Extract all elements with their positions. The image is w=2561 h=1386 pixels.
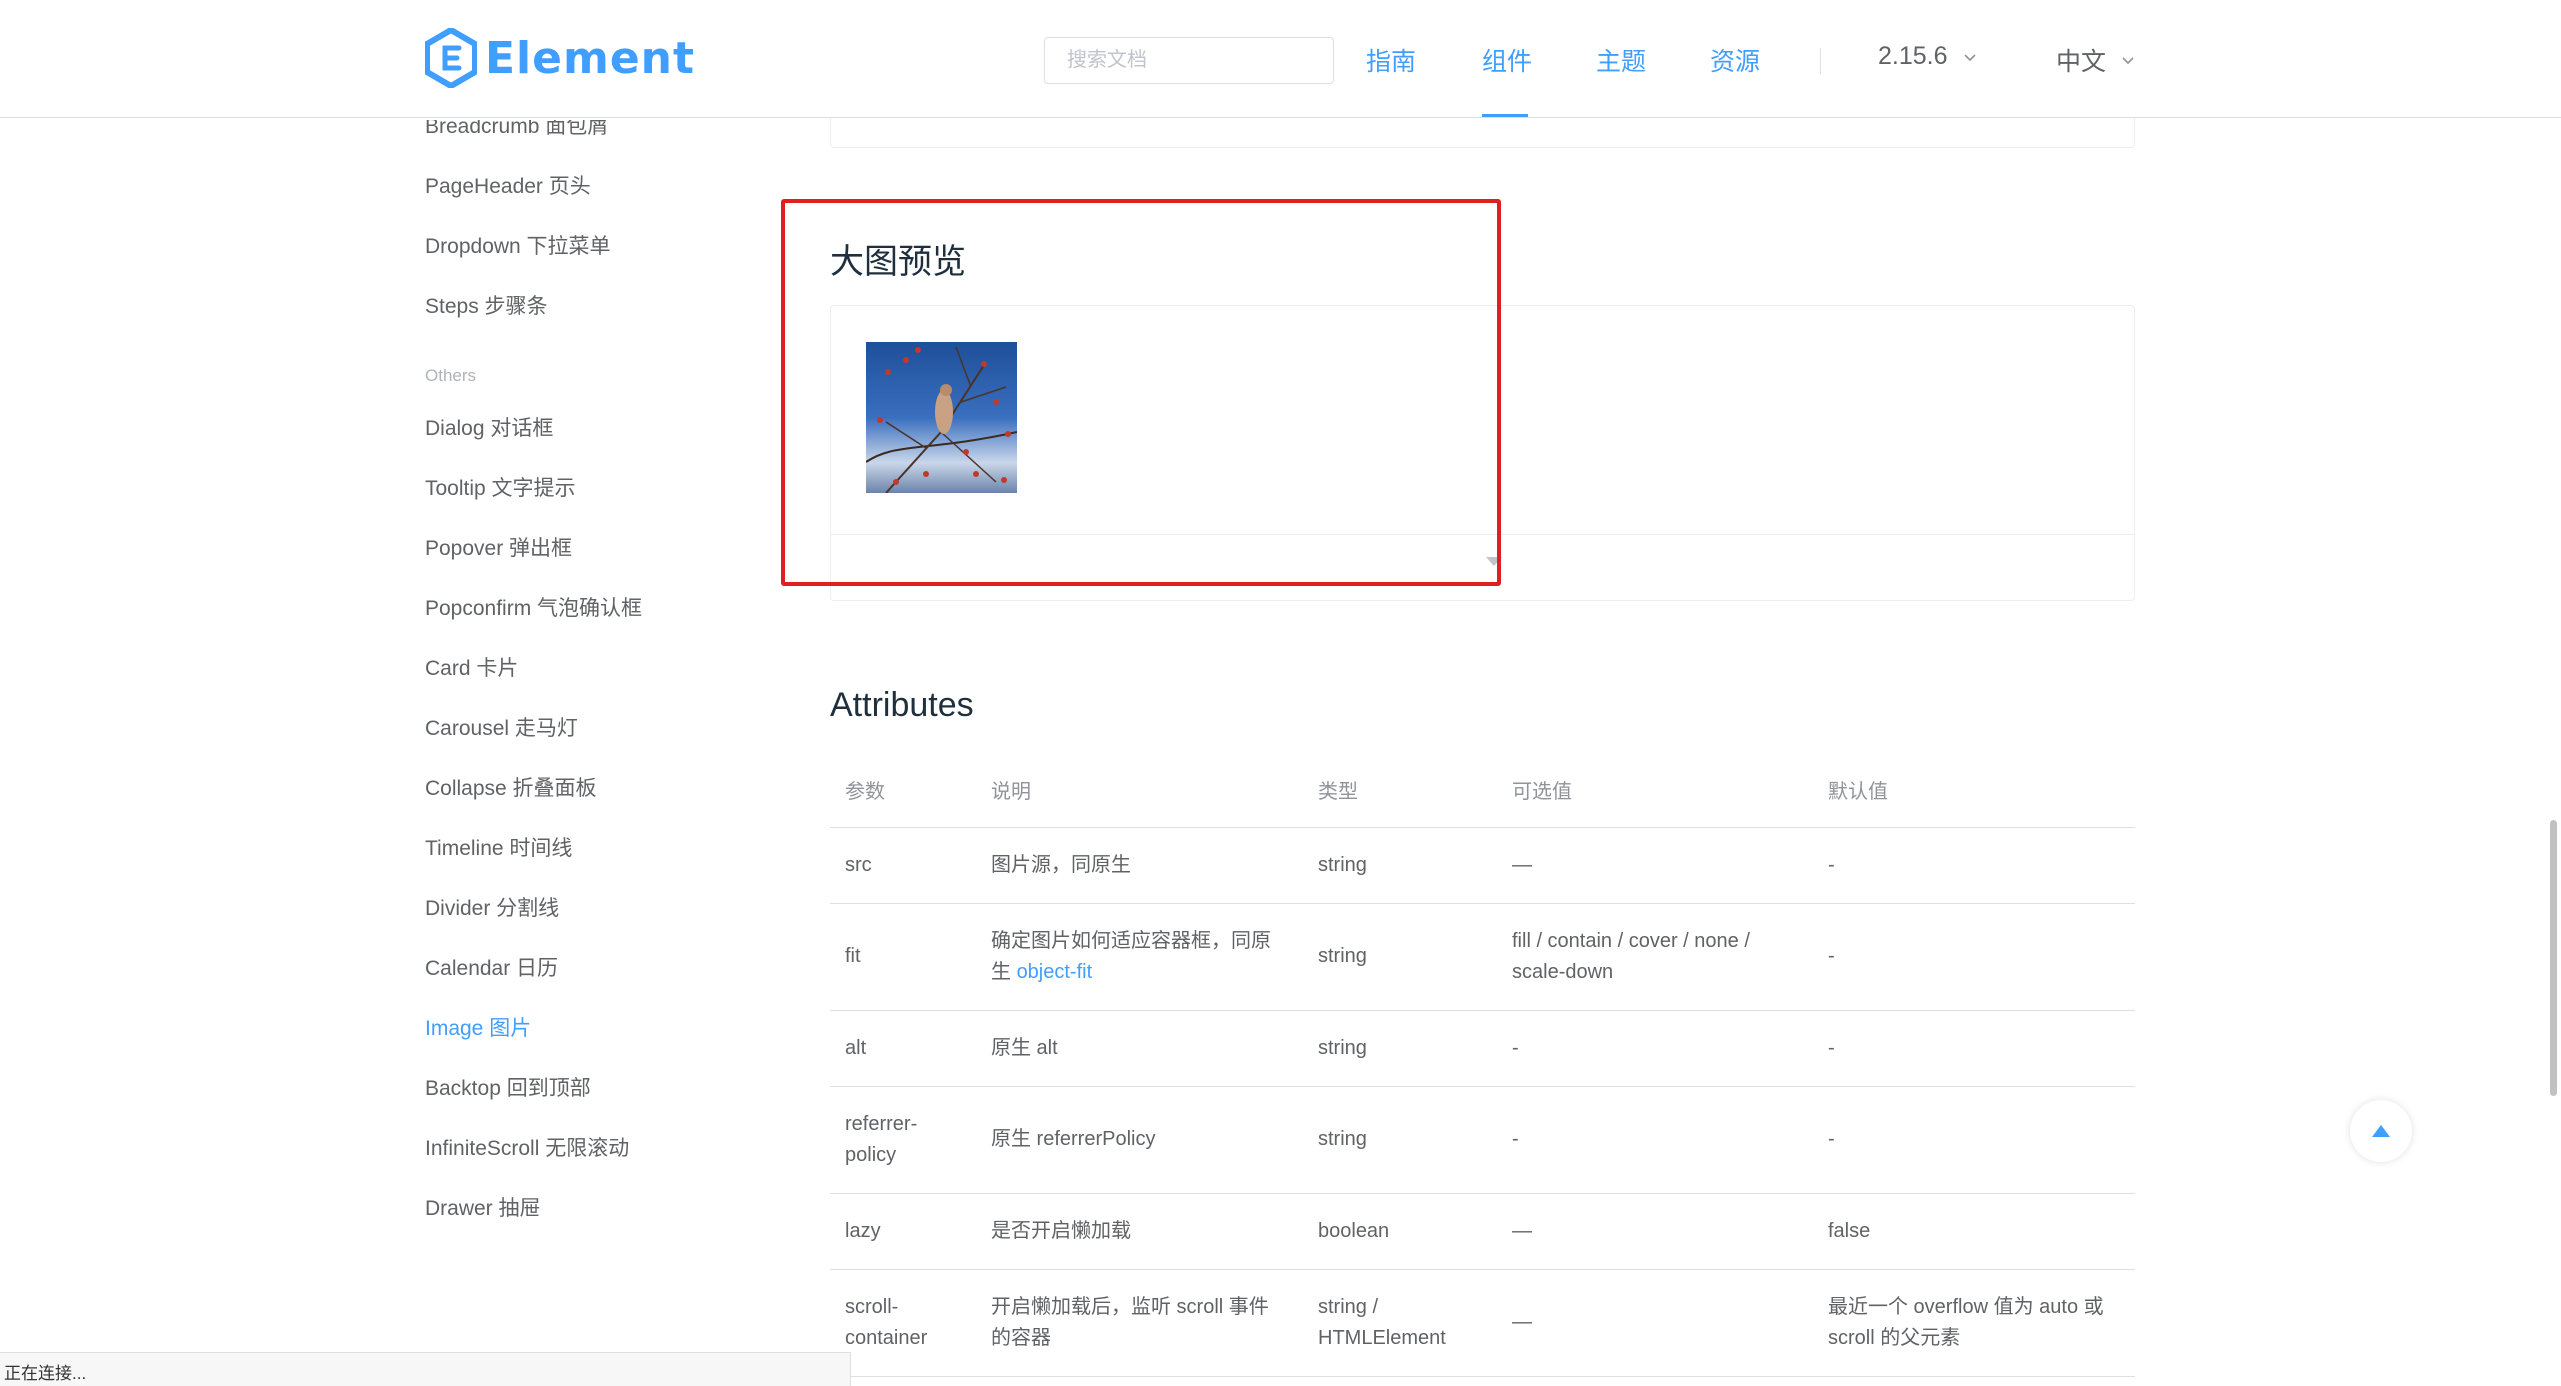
table-cell: — bbox=[1497, 827, 1813, 904]
preview-section-title: 大图预览 bbox=[830, 243, 966, 281]
table-row: alt 原生 alt string - - bbox=[830, 1010, 2135, 1087]
sidebar-item-steps[interactable]: Steps 步骤条 bbox=[425, 290, 548, 320]
attributes-section-title: Attributes bbox=[830, 686, 974, 724]
demo-expand-control[interactable] bbox=[831, 535, 2134, 601]
table-cell: referrer-policy bbox=[830, 1086, 976, 1194]
sidebar-group-others: Others bbox=[425, 366, 477, 385]
table-cell: alt bbox=[830, 1010, 976, 1087]
sidebar-item-image[interactable]: Image 图片 bbox=[425, 1012, 531, 1042]
language-dropdown[interactable]: 中文 bbox=[2056, 42, 2136, 78]
page-scrollbar[interactable] bbox=[2550, 820, 2557, 1096]
bird-photo bbox=[866, 342, 1017, 493]
table-header: 类型 bbox=[1303, 752, 1497, 828]
top-header: Element 指南 组件 主题 资源 2.15.6 中文 bbox=[0, 0, 2561, 118]
table-cell: — bbox=[1497, 1193, 1813, 1270]
table-cell: false bbox=[1813, 1193, 2135, 1270]
caret-up-icon bbox=[2372, 1125, 2390, 1137]
table-cell: - bbox=[1497, 1086, 1813, 1194]
sidebar-item-drawer[interactable]: Drawer 抽屉 bbox=[425, 1192, 541, 1222]
sidebar-item-popconfirm[interactable]: Popconfirm 气泡确认框 bbox=[425, 592, 642, 622]
preview-image-thumbnail[interactable] bbox=[866, 342, 1017, 493]
chevron-down-icon bbox=[1963, 53, 1976, 61]
nav-theme[interactable]: 主题 bbox=[1596, 42, 1646, 78]
table-header: 默认值 bbox=[1813, 752, 2135, 828]
element-logo-icon bbox=[425, 28, 477, 88]
sidebar-item-calendar[interactable]: Calendar 日历 bbox=[425, 952, 558, 982]
sidebar-item-infinitescroll[interactable]: InfiniteScroll 无限滚动 bbox=[425, 1132, 629, 1162]
nav-component[interactable]: 组件 bbox=[1482, 42, 1532, 78]
search-input[interactable] bbox=[1044, 37, 1334, 84]
browser-status-bar: 正在连接... bbox=[0, 1352, 851, 1386]
table-cell: — bbox=[1497, 1269, 1813, 1377]
table-header: 说明 bbox=[976, 752, 1303, 828]
table-cell: string / HTMLElement bbox=[1303, 1269, 1497, 1377]
table-cell: lazy bbox=[830, 1193, 976, 1270]
sidebar-item-card[interactable]: Card 卡片 bbox=[425, 652, 518, 682]
table-cell: string bbox=[1303, 827, 1497, 904]
caret-down-icon bbox=[1486, 557, 1502, 566]
preview-demo-block bbox=[830, 305, 2135, 601]
sidebar-item-dropdown[interactable]: Dropdown 下拉菜单 bbox=[425, 230, 611, 260]
table-cell: - bbox=[1813, 1086, 2135, 1194]
table-cell: src bbox=[830, 827, 976, 904]
nav-guide[interactable]: 指南 bbox=[1366, 42, 1416, 78]
sidebar-item-collapse[interactable]: Collapse 折叠面板 bbox=[425, 772, 597, 802]
table-cell: 开启懒加载后，监听 scroll 事件的容器 bbox=[976, 1269, 1303, 1377]
version-label: 2.15.6 bbox=[1878, 42, 1948, 70]
logo-text: Element bbox=[485, 32, 696, 84]
demo-source bbox=[831, 306, 2134, 535]
table-cell: string bbox=[1303, 903, 1497, 1011]
table-cell: 原生 referrerPolicy bbox=[976, 1086, 1303, 1194]
table-cell: 图片源，同原生 bbox=[976, 827, 1303, 904]
sidebar-item-dialog[interactable]: Dialog 对话框 bbox=[425, 412, 553, 442]
table-row: scroll-container 开启懒加载后，监听 scroll 事件的容器 … bbox=[830, 1269, 2135, 1377]
table-cell: 最近一个 overflow 值为 auto 或 scroll 的父元素 bbox=[1813, 1269, 2135, 1377]
table-row: src 图片源，同原生 string — - bbox=[830, 827, 2135, 904]
sidebar-item-pageheader[interactable]: PageHeader 页头 bbox=[425, 170, 591, 200]
table-cell: scroll-container bbox=[830, 1269, 976, 1377]
table-header: 参数 bbox=[830, 752, 976, 828]
table-cell: boolean bbox=[1303, 1193, 1497, 1270]
nav-divider bbox=[1820, 48, 1821, 74]
nav-active-indicator bbox=[1482, 114, 1528, 117]
version-dropdown[interactable]: 2.15.6 bbox=[1878, 42, 1978, 71]
sidebar-nav: Breadcrumb 面包屑 PageHeader 页头 Dropdown 下拉… bbox=[425, 0, 755, 1386]
back-to-top-button[interactable] bbox=[2350, 1100, 2412, 1162]
table-cell: string bbox=[1303, 1010, 1497, 1087]
table-header-row: 参数 说明 类型 可选值 默认值 bbox=[830, 752, 2135, 828]
table-cell: - bbox=[1813, 1010, 2135, 1087]
sidebar-item-timeline[interactable]: Timeline 时间线 bbox=[425, 832, 572, 862]
table-row: referrer-policy 原生 referrerPolicy string… bbox=[830, 1086, 2135, 1194]
table-row: lazy 是否开启懒加载 boolean — false bbox=[830, 1193, 2135, 1270]
table-row: fit 确定图片如何适应容器框，同原生 object-fit string fi… bbox=[830, 903, 2135, 1011]
sidebar-item-backtop[interactable]: Backtop 回到顶部 bbox=[425, 1072, 591, 1102]
object-fit-link[interactable]: object-fit bbox=[1017, 961, 1093, 983]
table-cell: 是否开启懒加载 bbox=[976, 1193, 1303, 1270]
chevron-down-icon bbox=[2122, 57, 2134, 65]
table-cell: - bbox=[1813, 903, 2135, 1011]
table-cell: fill / contain / cover / none / scale-do… bbox=[1497, 903, 1813, 1011]
table-cell: fit bbox=[830, 903, 976, 1011]
table-cell: 原生 alt bbox=[976, 1010, 1303, 1087]
sidebar-item-divider[interactable]: Divider 分割线 bbox=[425, 892, 559, 922]
sidebar-item-carousel[interactable]: Carousel 走马灯 bbox=[425, 712, 578, 742]
nav-resource[interactable]: 资源 bbox=[1710, 42, 1760, 78]
table-cell: - bbox=[1813, 827, 2135, 904]
element-logo[interactable]: Element bbox=[425, 28, 695, 88]
language-label: 中文 bbox=[2056, 48, 2107, 76]
sidebar-item-tooltip[interactable]: Tooltip 文字提示 bbox=[425, 472, 576, 502]
table-cell: 确定图片如何适应容器框，同原生 object-fit bbox=[976, 903, 1303, 1011]
sidebar-item-popover[interactable]: Popover 弹出框 bbox=[425, 532, 572, 562]
attributes-table: 参数 说明 类型 可选值 默认值 src 图片源，同原生 string — - … bbox=[830, 752, 2135, 1377]
table-header: 可选值 bbox=[1497, 752, 1813, 828]
table-cell: - bbox=[1497, 1010, 1813, 1087]
table-cell: string bbox=[1303, 1086, 1497, 1194]
